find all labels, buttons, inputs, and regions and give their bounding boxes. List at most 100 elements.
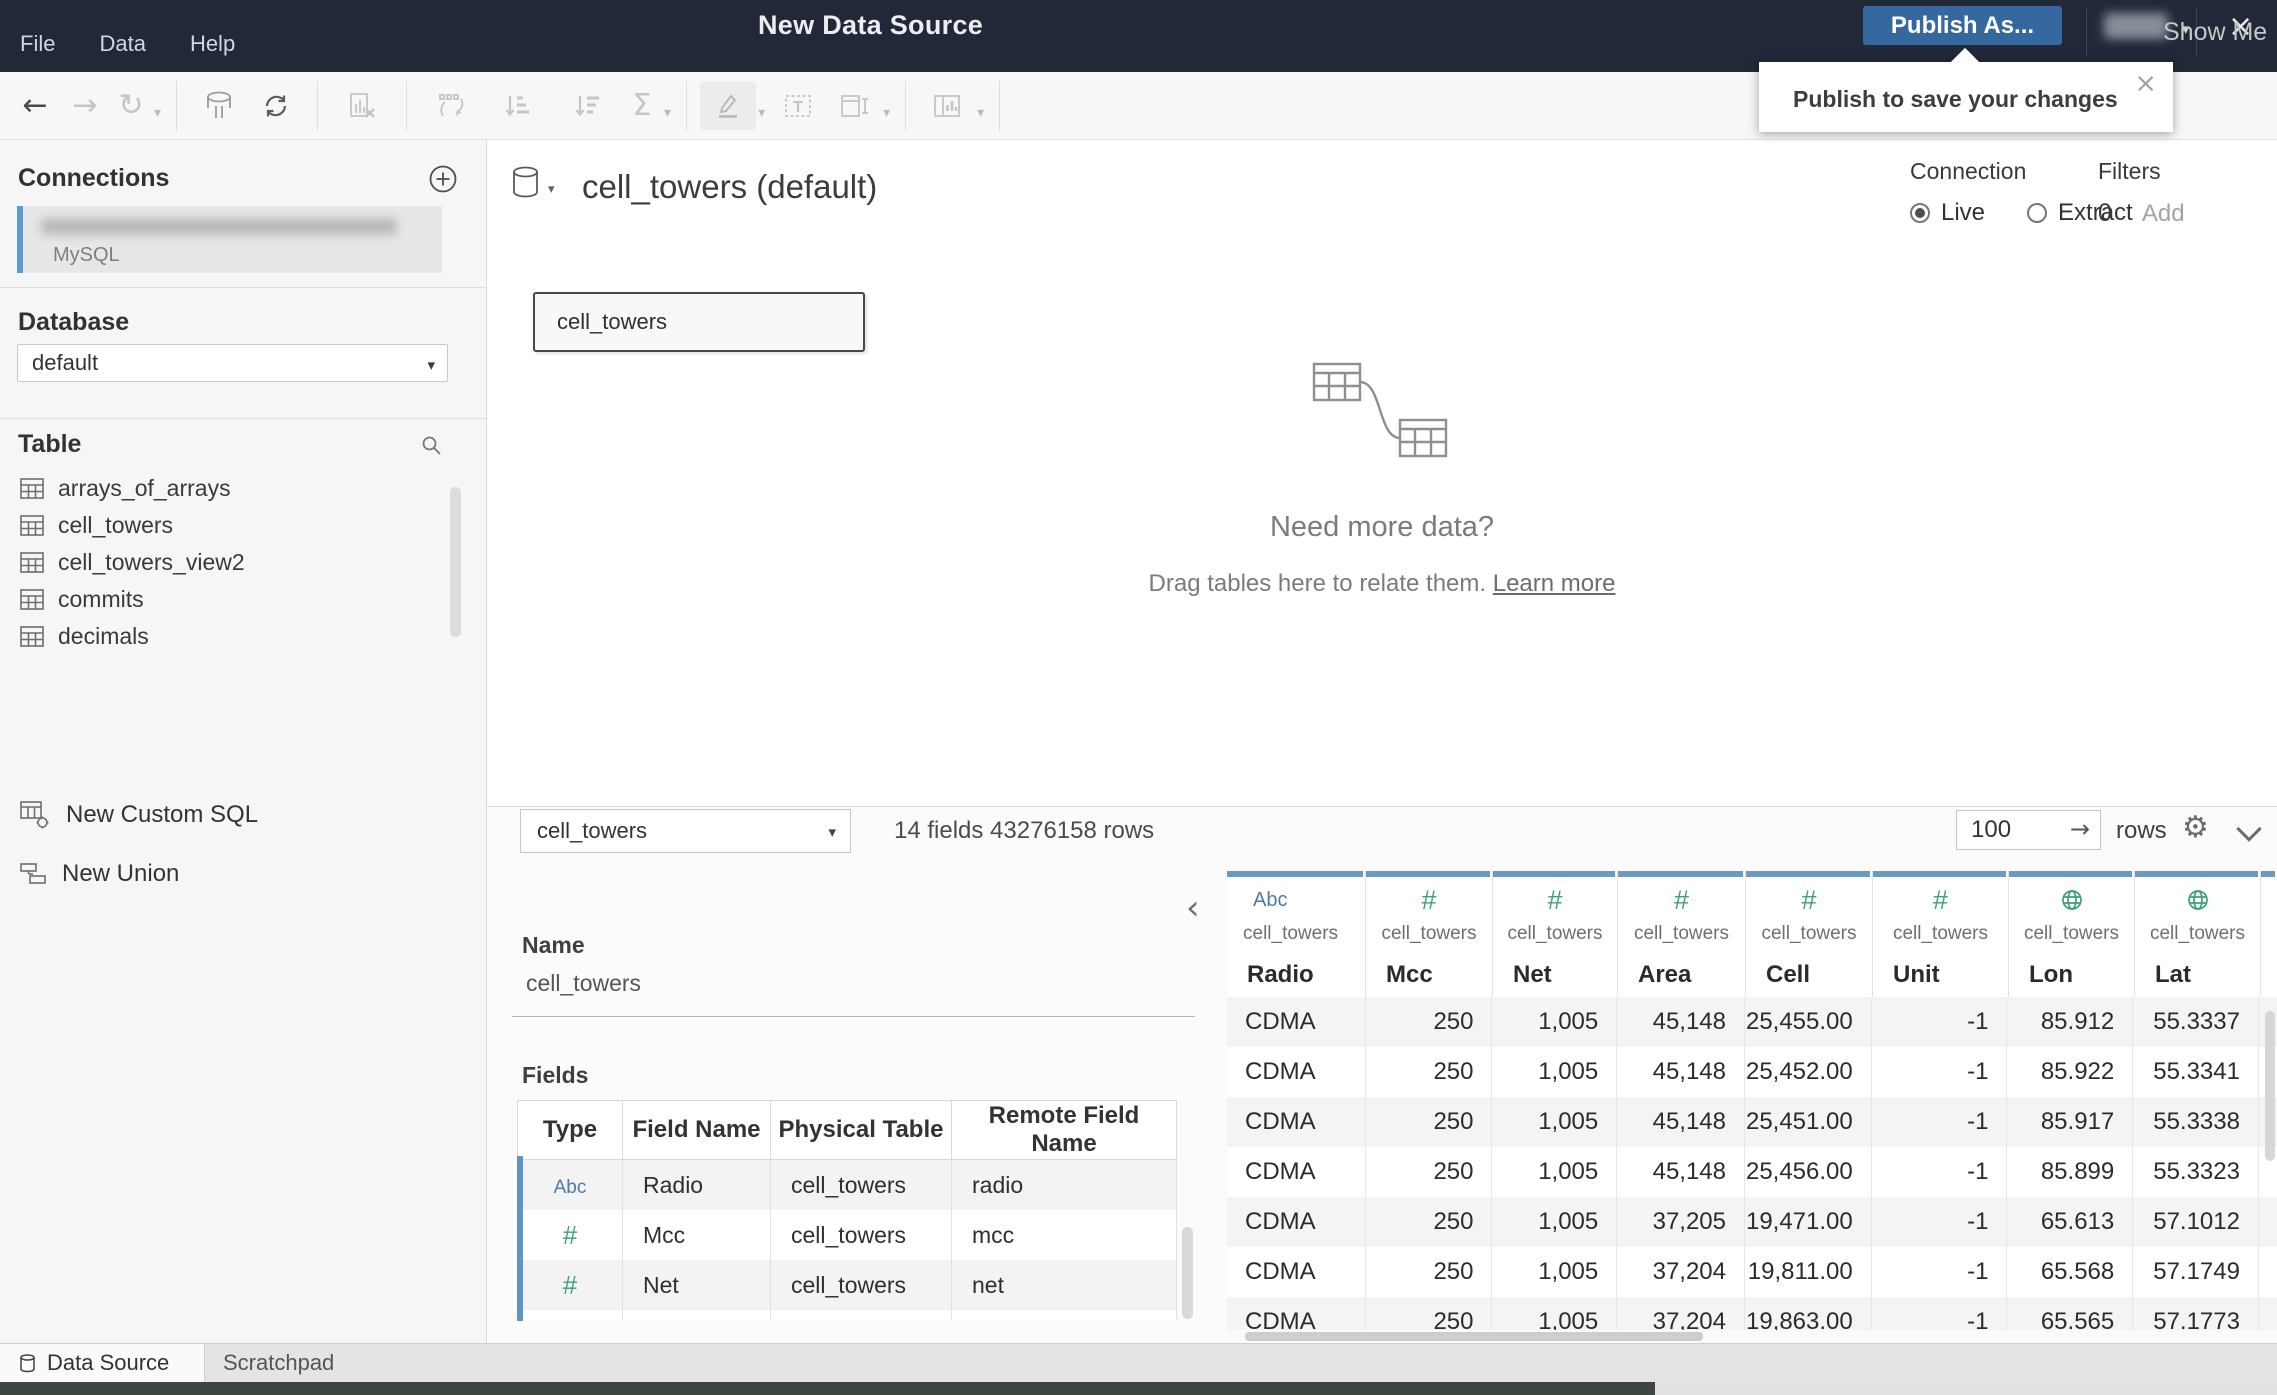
cell: 37,204 (1617, 1297, 1745, 1330)
preview-settings-gear-icon[interactable]: ⚙ (2182, 810, 2209, 845)
empty-state-subtitle: Drag tables here to relate them. (1148, 570, 1487, 597)
cell: 55.3337 (2133, 997, 2259, 1047)
field-row-partial[interactable] (517, 1310, 1177, 1321)
preview-table-select[interactable]: cell_towers ▾ (520, 809, 851, 853)
field-row[interactable]: Abc Radio cell_towers radio (517, 1159, 1177, 1210)
table-list-scrollbar[interactable] (450, 487, 461, 637)
fit-layout-icon[interactable] (829, 82, 881, 130)
grid-column-header[interactable]: # cell_towers Cell (1746, 871, 1873, 997)
collapse-panel-icon[interactable]: ‹ (1186, 888, 1200, 928)
field-row[interactable]: # Mcc cell_towers mcc (517, 1210, 1177, 1260)
database-select[interactable]: default ▾ (17, 344, 448, 382)
globe-type-icon (2061, 890, 2082, 910)
table-item[interactable]: decimals (20, 618, 245, 655)
fields-table: Type Field Name Physical Table Remote Fi… (517, 1100, 1177, 1321)
datasource-cylinder-icon[interactable] (512, 166, 539, 204)
string-type-icon: Abc (553, 1176, 587, 1198)
apply-row-count-icon[interactable]: → (2070, 815, 2090, 843)
replay-icon[interactable]: ↻ (110, 82, 152, 130)
logical-table-node[interactable]: cell_towers (533, 292, 865, 352)
highlight-icon[interactable] (700, 81, 757, 130)
text-box-icon[interactable] (767, 82, 829, 130)
name-value[interactable]: cell_towers (526, 970, 641, 997)
undo-icon[interactable]: ← (10, 82, 60, 130)
field-row[interactable]: # Net cell_towers net (517, 1260, 1177, 1310)
connection-item[interactable]: MySQL (17, 206, 442, 273)
live-radio[interactable] (1910, 203, 1930, 223)
fields-scrollbar[interactable] (1182, 1227, 1193, 1319)
publish-as-button[interactable]: Publish As... (1863, 6, 2062, 45)
menu-data[interactable]: Data (99, 31, 145, 57)
grid-row[interactable]: CDMA 250 1,005 45,148 25,451.00 -1 85.917 55.33… (1227, 1097, 2277, 1147)
grid-column-header[interactable]: cell_towers Lon (2009, 871, 2135, 997)
new-custom-sql[interactable]: New Custom SQL (20, 800, 258, 830)
extract-radio[interactable] (2027, 203, 2048, 223)
refresh-icon[interactable] (248, 82, 304, 130)
number-type-icon: # (1421, 884, 1437, 915)
field-remote-name: radio (951, 1159, 1177, 1210)
fields-col-field-name: Field Name (622, 1100, 771, 1160)
cell: CDMA (1227, 1097, 1366, 1147)
toolbar-separator (999, 80, 1001, 131)
redo-icon[interactable]: → (60, 82, 110, 130)
fields-col-remote-field-name: Remote Field Name (951, 1100, 1177, 1160)
clear-sheet-icon[interactable] (331, 82, 393, 130)
grid-column-header[interactable]: cell_towers Lat (2135, 871, 2261, 997)
grid-column-header[interactable]: # cell_towers Unit (1873, 871, 2009, 997)
table-item[interactable]: commits (20, 581, 245, 618)
sort-descending-icon[interactable] (552, 82, 622, 130)
row-count-input[interactable]: 100 → (1956, 810, 2101, 850)
datasource-caret-icon[interactable]: ▾ (548, 182, 555, 197)
tooltip-close-icon[interactable]: × (2134, 70, 2157, 97)
grid-column-header[interactable]: Abc cell_towers Radio (1227, 871, 1366, 997)
grid-column-header[interactable]: # cell_towers Net (1493, 871, 1618, 997)
field-physical-table: cell_towers (770, 1210, 952, 1260)
user-avatar[interactable] (2104, 13, 2168, 39)
grid-horizontal-scrollbar-thumb[interactable] (1245, 1332, 1703, 1341)
table-item[interactable]: arrays_of_arrays (20, 470, 245, 507)
grid-horizontal-scrollbar[interactable] (1227, 1330, 2277, 1343)
table-item[interactable]: cell_towers (20, 507, 245, 544)
swap-rows-columns-icon[interactable] (420, 82, 482, 130)
toolbar-separator (905, 80, 907, 131)
new-union[interactable]: New Union (20, 860, 179, 888)
sort-ascending-icon[interactable] (482, 82, 552, 130)
pause-updates-icon[interactable] (190, 82, 248, 130)
grid-row[interactable]: CDMA 250 1,005 45,148 25,456.00 -1 85.899 55.33… (1227, 1147, 2277, 1197)
cell: 250 (1365, 1047, 1493, 1097)
grid-row-partial[interactable]: CDMA 250 1,005 37,204 19,863.00 -1 65.565 57.17… (1227, 1297, 2277, 1330)
replay-caret-icon[interactable]: ▾ (154, 105, 161, 121)
highlight-caret-icon[interactable]: ▾ (758, 105, 765, 121)
table-item[interactable]: cell_towers_view2 (20, 544, 245, 581)
totals-caret-icon[interactable]: ▾ (664, 105, 671, 121)
new-union-label: New Union (62, 860, 180, 887)
grid-row[interactable]: CDMA 250 1,005 45,148 25,452.00 -1 85.922 55.33… (1227, 1047, 2277, 1097)
show-me-caret-icon[interactable]: ▾ (977, 105, 984, 121)
grid-column-header[interactable]: # cell_towers Mcc (1366, 871, 1493, 997)
cell: -1 (1871, 1047, 2008, 1097)
grid-row[interactable]: CDMA 250 1,005 37,204 19,811.00 -1 65.568 57.17… (1227, 1247, 2277, 1297)
grid-row[interactable]: CDMA 250 1,005 45,148 25,455.00 -1 85.912 55.33… (1227, 997, 2277, 1047)
table-search-icon[interactable] (420, 434, 444, 463)
number-type-icon: # (562, 1219, 578, 1250)
menu-help[interactable]: Help (190, 31, 235, 57)
grid-column-header[interactable]: # cell_towers Area (1618, 871, 1746, 997)
totals-icon[interactable]: Σ (622, 82, 662, 130)
filters-add-link[interactable]: Add (2142, 200, 2185, 228)
live-radio-label[interactable]: Live (1941, 199, 1985, 227)
grid-vertical-scrollbar[interactable] (2265, 1011, 2275, 1161)
menu-file[interactable]: File (20, 31, 55, 57)
grid-header-row: Abc cell_towers Radio # cell_towers Mcc … (1227, 871, 2277, 997)
tab-scratchpad[interactable]: Scratchpad (205, 1344, 373, 1382)
add-connection-icon[interactable] (428, 164, 458, 199)
learn-more-link[interactable]: Learn more (1493, 570, 1616, 597)
show-me-panel-icon[interactable] (919, 82, 975, 130)
grid-row[interactable]: CDMA 250 1,005 37,205 19,471.00 -1 65.613 57.10… (1227, 1197, 2277, 1247)
fit-layout-caret-icon[interactable]: ▾ (883, 105, 890, 121)
table-icon (20, 478, 44, 499)
tab-data-source[interactable]: Data Source (0, 1344, 205, 1382)
cell: CDMA (1227, 1047, 1366, 1097)
show-me-label[interactable]: Show Me (2163, 18, 2267, 47)
table-icon (20, 515, 44, 536)
publish-tooltip-text: Publish to save your changes (1793, 86, 2118, 112)
